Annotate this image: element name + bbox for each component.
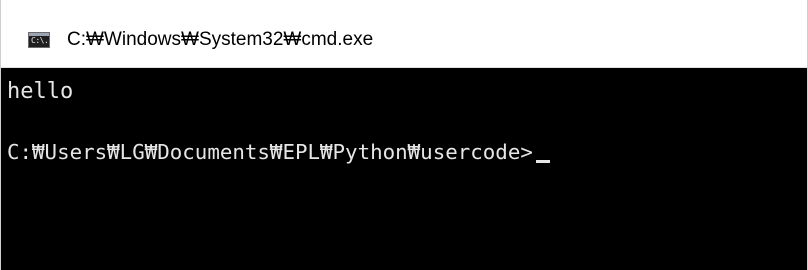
cmd-window: C:\. C:₩Windows₩System32₩cmd.exe hello C… xyxy=(0,0,808,270)
console-output-area[interactable]: hello C:₩Users₩LG₩Documents₩EPL₩Python₩u… xyxy=(1,68,807,270)
prompt-text: C:₩Users₩LG₩Documents₩EPL₩Python₩usercod… xyxy=(7,140,533,164)
title-bar[interactable]: C:\. C:₩Windows₩System32₩cmd.exe xyxy=(1,0,807,68)
window-title: C:₩Windows₩System32₩cmd.exe xyxy=(67,29,374,50)
icon-glyph: C:\. xyxy=(31,36,49,45)
console-output-line: hello xyxy=(7,79,74,104)
text-cursor xyxy=(535,160,550,163)
cmd-console-icon[interactable]: C:\. xyxy=(28,32,50,48)
console-prompt-line: C:₩Users₩LG₩Documents₩EPL₩Python₩usercod… xyxy=(7,138,550,166)
